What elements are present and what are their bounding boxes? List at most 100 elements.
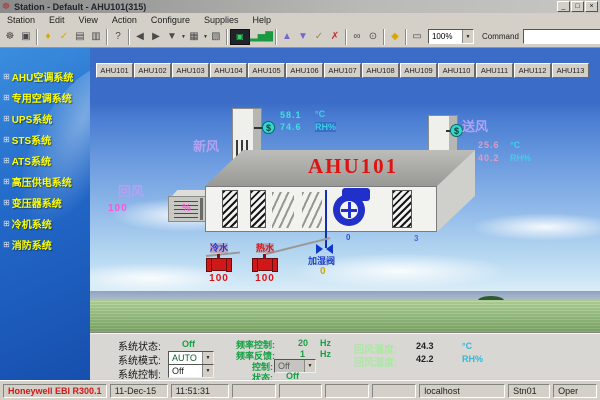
sidebar-item-fire[interactable]: ⊞ 消防系统: [0, 234, 90, 255]
app-icon: ☸: [2, 1, 10, 12]
station-icon[interactable]: ☸: [2, 28, 18, 45]
minimize-button[interactable]: _: [557, 1, 570, 12]
supply-rh-value: 40.2: [478, 153, 500, 163]
command-label: Command: [482, 32, 519, 41]
time-field: 11:51:31: [171, 384, 229, 398]
system-control-dropdown[interactable]: Off ▼: [168, 364, 214, 378]
freq-control-unit: Hz: [320, 338, 331, 348]
tab-ahu110[interactable]: AHU110: [438, 63, 475, 78]
maximize-button[interactable]: □: [571, 1, 584, 12]
tree-expand-icon[interactable]: ⊞: [3, 240, 10, 249]
system-mode-label: 系统模式:: [118, 352, 161, 367]
alarm-bell-icon[interactable]: ♦: [40, 28, 56, 45]
menu-edit[interactable]: Edit: [42, 15, 72, 25]
alarm-summary-icon[interactable]: ▤: [72, 28, 88, 45]
alarm-ack-icon[interactable]: ✓: [56, 28, 72, 45]
page-forward-icon[interactable]: ▶: [148, 28, 164, 45]
humidifier-valve-icon[interactable]: [316, 244, 333, 254]
tree-expand-icon[interactable]: ⊞: [3, 177, 10, 186]
menu-view[interactable]: View: [72, 15, 105, 25]
zoom-combo[interactable]: 100% ▼: [428, 29, 474, 44]
help-page-icon[interactable]: ?: [110, 28, 126, 45]
chilled-water-value: 100: [202, 273, 236, 284]
page-back-icon[interactable]: ◀: [132, 28, 148, 45]
tree-expand-icon[interactable]: ⊞: [3, 156, 10, 165]
sidebar-item-ups[interactable]: ⊞ UPS系统: [0, 108, 90, 129]
chevron-down-icon[interactable]: ▼: [462, 30, 473, 43]
chilled-water-label: 冷水: [210, 243, 228, 253]
sidebar-item-chiller[interactable]: ⊞ 冷机系统: [0, 213, 90, 234]
chevron-down-icon[interactable]: ▼: [202, 365, 213, 377]
close-button[interactable]: ×: [585, 1, 598, 12]
chevron-down-icon[interactable]: ▼: [304, 360, 315, 372]
lower-icon[interactable]: ▼: [295, 28, 311, 45]
tree-expand-icon[interactable]: ⊞: [3, 219, 10, 228]
chilled-water-valve[interactable]: 冷水 100: [202, 238, 236, 284]
toolbar-separator: [383, 29, 385, 45]
reject-icon[interactable]: ✗: [327, 28, 343, 45]
hot-water-valve[interactable]: 热水 100: [248, 238, 282, 284]
status-cell-empty: [372, 384, 416, 398]
tab-ahu104[interactable]: AHU104: [210, 63, 247, 78]
zoom-icon[interactable]: ⊙: [365, 28, 381, 45]
menu-station[interactable]: Station: [0, 15, 42, 25]
command-combo[interactable]: ▼: [523, 29, 600, 44]
system-mode-dropdown[interactable]: AUTO ▼: [168, 351, 214, 365]
hot-water-value: 100: [248, 273, 282, 284]
sidebar-item-ats[interactable]: ⊞ ATS系统: [0, 150, 90, 171]
alarm-events-icon[interactable]: ▥: [88, 28, 104, 45]
fresh-air-sensor-icon[interactable]: $: [262, 121, 275, 134]
valve-icon[interactable]: [256, 258, 274, 271]
search-icon[interactable]: ∞: [349, 28, 365, 45]
sidebar-item-label: 变压器系统: [12, 195, 62, 210]
status-bar: Honeywell EBI R300.1 11-Dec-15 11:51:31 …: [0, 380, 600, 400]
tab-ahu109[interactable]: AHU109: [400, 63, 437, 78]
sidebar-item-special-ac[interactable]: ⊞ 专用空调系统: [0, 87, 90, 108]
tab-ahu107[interactable]: AHU107: [324, 63, 361, 78]
tab-ahu105[interactable]: AHU105: [248, 63, 285, 78]
sidebar-item-hv-power[interactable]: ⊞ 高压供电系统: [0, 171, 90, 192]
menu-configure[interactable]: Configure: [144, 15, 197, 25]
tab-ahu111[interactable]: AHU111: [476, 63, 513, 78]
trend-icon[interactable]: ▂▅▇: [250, 28, 273, 45]
favorites-icon[interactable]: ◆: [387, 28, 403, 45]
tree-expand-icon[interactable]: ⊞: [3, 198, 10, 207]
menu-help[interactable]: Help: [245, 15, 278, 25]
tab-ahu106[interactable]: AHU106: [286, 63, 323, 78]
page-export-icon[interactable]: ▧: [208, 28, 224, 45]
hot-water-label: 热水: [256, 243, 274, 253]
raise-icon[interactable]: ▲: [279, 28, 295, 45]
tree-expand-icon[interactable]: ⊞: [3, 72, 10, 81]
valve-icon[interactable]: [210, 258, 228, 271]
sidebar-item-sts[interactable]: ⊞ STS系统: [0, 129, 90, 150]
fresh-air-rh-unit: RH%: [315, 122, 336, 132]
return-air-label: 回风: [118, 181, 144, 200]
system-status-icon[interactable]: ▣: [230, 29, 250, 45]
tree-expand-icon[interactable]: ⊞: [3, 135, 10, 144]
page-recall-icon[interactable]: ▼: [164, 28, 180, 45]
sidebar-item-label: 高压供电系统: [12, 174, 72, 189]
tab-ahu112[interactable]: AHU112: [514, 63, 551, 78]
command-input[interactable]: [524, 31, 600, 42]
tree-expand-icon[interactable]: ⊞: [3, 114, 10, 123]
graphic-display: AHU101 AHU102 AHU103 AHU104 AHU105 AHU10…: [90, 48, 600, 332]
sidebar-item-transformer[interactable]: ⊞ 变压器系统: [0, 192, 90, 213]
tab-ahu108[interactable]: AHU108: [362, 63, 399, 78]
menu-action[interactable]: Action: [105, 15, 144, 25]
display-icon[interactable]: ▣: [18, 28, 34, 45]
pan-icon[interactable]: ▭: [409, 28, 425, 45]
tab-ahu102[interactable]: AHU102: [134, 63, 171, 78]
heating-coil: [302, 192, 322, 228]
tree-expand-icon[interactable]: ⊞: [3, 93, 10, 102]
tab-ahu103[interactable]: AHU103: [172, 63, 209, 78]
sidebar-item-label: 消防系统: [12, 237, 52, 252]
accept-icon[interactable]: ✓: [311, 28, 327, 45]
tab-ahu101[interactable]: AHU101: [96, 63, 133, 78]
return-damper-value: 100: [108, 203, 128, 214]
tab-ahu113[interactable]: AHU113: [552, 63, 589, 78]
chevron-down-icon[interactable]: ▼: [202, 352, 213, 364]
print-icon[interactable]: ▦: [186, 28, 202, 45]
supply-fan-icon[interactable]: [333, 194, 365, 226]
menu-supplies[interactable]: Supplies: [197, 15, 246, 25]
sidebar-item-ahu[interactable]: ⊞ AHU空调系统: [0, 66, 90, 87]
